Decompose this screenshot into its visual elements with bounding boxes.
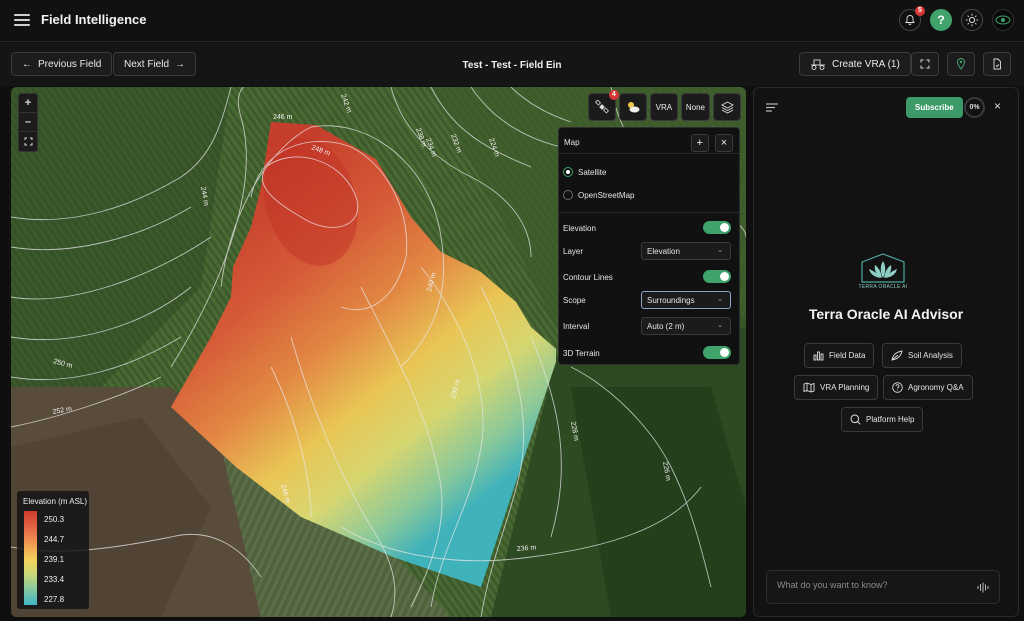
- radio-unselected[interactable]: [563, 190, 573, 200]
- basemap-satellite-option[interactable]: Satellite: [563, 167, 735, 177]
- close-icon: ×: [720, 136, 728, 149]
- sun-icon: [965, 13, 979, 27]
- usage-progress: 0%: [964, 97, 985, 118]
- advisor-question-input[interactable]: [777, 580, 957, 590]
- previous-field-button[interactable]: ← Previous Field: [11, 52, 113, 76]
- 3d-terrain-toggle[interactable]: [703, 346, 731, 359]
- subscribe-button[interactable]: Subscribe: [906, 97, 963, 118]
- interval-label: Interval: [563, 321, 590, 331]
- weather-icon: [627, 102, 640, 113]
- layer-select[interactable]: Elevation ⌄: [641, 242, 731, 260]
- satellite-badge: 4: [608, 90, 619, 100]
- notifications-button[interactable]: 5: [899, 6, 925, 31]
- field-data-chip[interactable]: Field Data: [804, 343, 875, 368]
- fit-bounds-button[interactable]: [19, 132, 37, 151]
- app-title: Field Intelligence: [41, 12, 147, 27]
- legend-value: 244.7: [44, 535, 65, 544]
- expand-icon: [920, 59, 930, 69]
- overlay-none-button[interactable]: None: [680, 93, 710, 121]
- fullscreen-button[interactable]: [911, 52, 939, 76]
- question-circle-icon: [892, 382, 903, 393]
- layers-button[interactable]: [713, 93, 741, 121]
- elevation-label: Elevation: [563, 223, 596, 233]
- bar-chart-icon: [813, 351, 824, 361]
- chevron-down-icon: ⌄: [717, 322, 723, 329]
- zoom-controls: + –: [18, 93, 38, 152]
- basemap-osm-option[interactable]: OpenStreetMap: [563, 190, 735, 200]
- panel-title: Map: [564, 138, 580, 147]
- logo-text: TERRA ORACLE AI: [858, 284, 908, 290]
- radio-selected[interactable]: [563, 167, 573, 177]
- plus-icon: +: [696, 136, 703, 149]
- satellite-imagery-button[interactable]: 4: [587, 90, 619, 121]
- chevron-down-icon: ⌄: [717, 247, 723, 254]
- scope-select[interactable]: Surroundings ⌄: [641, 291, 731, 309]
- elevation-toggle[interactable]: [703, 221, 731, 234]
- search-icon: [850, 414, 861, 425]
- close-icon: ×: [994, 99, 1002, 113]
- leaf-icon: [891, 350, 903, 361]
- satellite-icon: [594, 100, 609, 114]
- menu-icon[interactable]: [14, 14, 30, 28]
- top-bar: Field Intelligence 5 ?: [0, 0, 1024, 42]
- legend-color-ramp: [24, 511, 37, 605]
- field-scout-button[interactable]: [947, 52, 975, 76]
- layer-label: Layer: [563, 246, 584, 256]
- notification-badge: 5: [915, 6, 925, 16]
- platform-help-chip[interactable]: Platform Help: [841, 407, 924, 432]
- tractor-icon: [811, 59, 825, 70]
- zoom-in-button[interactable]: +: [19, 94, 37, 113]
- pin-plant-icon: [956, 58, 966, 70]
- crosshair-icon: [24, 137, 32, 146]
- ai-advisor-panel: Subscribe 0% × TERRA ORACLE AI Terra Ora…: [753, 87, 1019, 617]
- legend-value: 239.1: [44, 555, 65, 564]
- advisor-title: Terra Oracle AI Advisor: [808, 306, 964, 322]
- field-nav-bar: ← Previous Field Next Field → Test - Tes…: [0, 43, 1024, 86]
- close-panel-button[interactable]: ×: [715, 133, 733, 152]
- contour-lines-toggle[interactable]: [703, 270, 731, 283]
- zoom-out-button[interactable]: –: [19, 113, 37, 132]
- map-toolbar: 4 VRA None: [587, 90, 741, 121]
- voice-waveform-icon[interactable]: [977, 582, 989, 593]
- agronomy-qa-chip[interactable]: Agronomy Q&A: [883, 375, 973, 400]
- soil-analysis-chip[interactable]: Soil Analysis: [882, 343, 962, 368]
- next-field-button[interactable]: Next Field →: [113, 52, 197, 76]
- minus-icon: –: [24, 116, 32, 128]
- question-icon: ?: [937, 13, 945, 27]
- vra-layer-button[interactable]: VRA: [649, 93, 678, 121]
- map-canvas[interactable]: 246 m 248 m 242 m 238 m 234 m 232 m 224 …: [11, 87, 746, 617]
- arrow-left-icon: ←: [22, 58, 32, 70]
- arrow-right-icon: →: [175, 58, 186, 70]
- add-layer-button[interactable]: +: [690, 133, 709, 152]
- theme-toggle-button[interactable]: [961, 9, 983, 31]
- sidebar-menu-icon[interactable]: [766, 103, 778, 112]
- scope-label: Scope: [563, 295, 586, 305]
- user-avatar[interactable]: [992, 9, 1014, 31]
- contour-lines-label: Contour Lines: [563, 272, 613, 282]
- map-layers-panel: Map + × Satellite OpenStreetMap Elevatio…: [558, 127, 740, 365]
- eye-logo-icon: [995, 15, 1011, 25]
- document-icon: [993, 58, 1001, 70]
- vra-planning-chip[interactable]: VRA Planning: [794, 375, 879, 400]
- help-button[interactable]: ?: [930, 9, 952, 31]
- plus-icon: +: [24, 97, 32, 109]
- layers-icon: [720, 100, 734, 114]
- export-report-button[interactable]: [983, 52, 1011, 76]
- legend-value: 227.8: [44, 595, 65, 604]
- contour-label: 246 m: [273, 114, 293, 121]
- ask-box: [766, 570, 1000, 604]
- close-panel-button[interactable]: ×: [994, 99, 1001, 113]
- 3d-terrain-label: 3D Terrain: [563, 348, 600, 358]
- bell-icon: [905, 15, 915, 25]
- elevation-legend: Elevation (m ASL) 250.3 244.7 239.1 233.…: [17, 491, 89, 609]
- chevron-down-icon: ⌄: [717, 296, 723, 303]
- map-icon: [803, 382, 815, 393]
- interval-select[interactable]: Auto (2 m) ⌄: [641, 317, 731, 335]
- weather-button[interactable]: [618, 93, 647, 121]
- legend-value: 233.4: [44, 575, 65, 584]
- create-vra-button[interactable]: Create VRA (1): [799, 52, 911, 76]
- legend-value: 250.3: [44, 515, 65, 524]
